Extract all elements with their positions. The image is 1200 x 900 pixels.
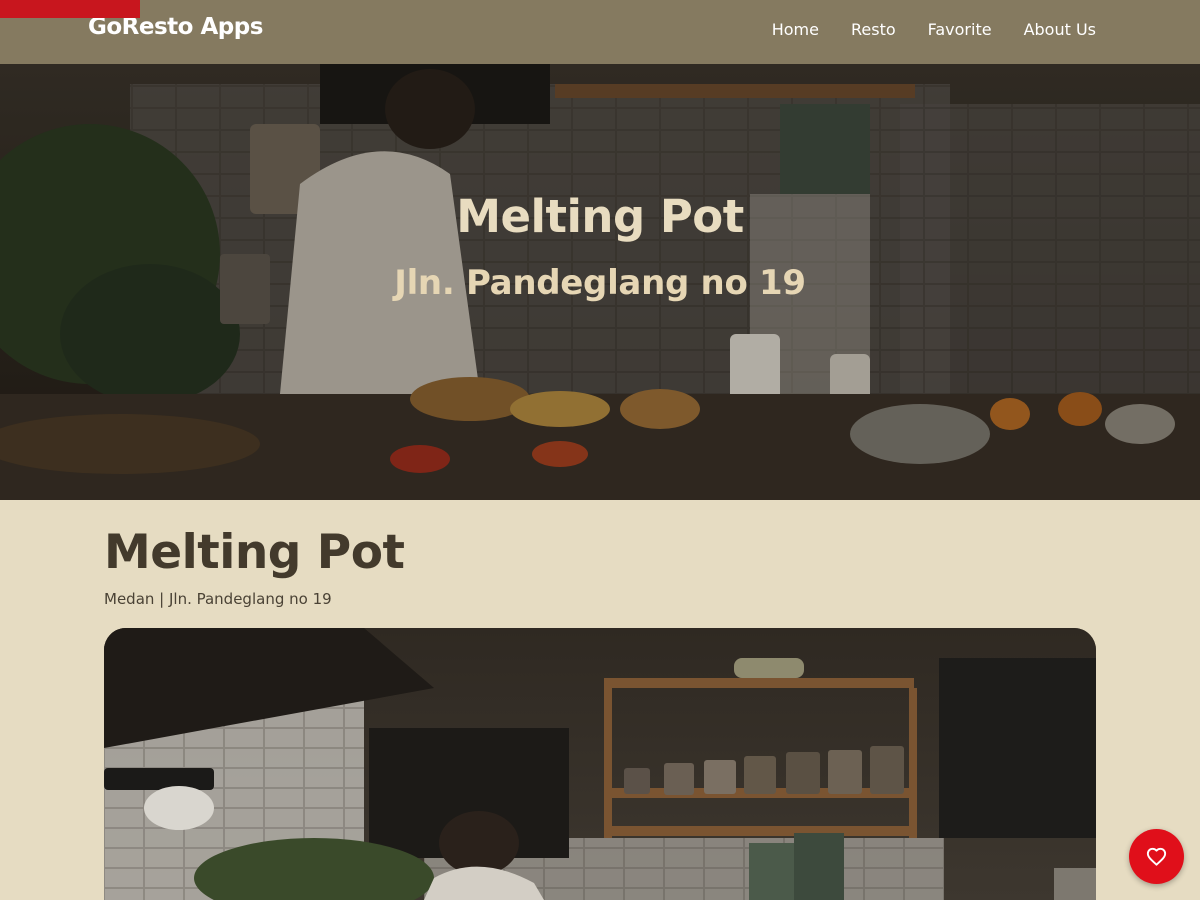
favorite-button[interactable] [1129,829,1184,884]
hero-subtitle: Jln. Pandeglang no 19 [394,263,806,303]
hero-banner: Melting Pot Jln. Pandeglang no 19 [0,64,1200,500]
restaurant-photo [104,628,1096,900]
nav-link-home[interactable]: Home [772,20,819,39]
restaurant-name: Melting Pot [104,525,405,580]
restaurant-image [104,628,1096,900]
navbar: GoResto Apps Home Resto Favorite About U… [0,0,1200,64]
nav-link-resto[interactable]: Resto [851,20,896,39]
nav-link-about-us[interactable]: About Us [1024,20,1096,39]
heart-outline-icon [1146,847,1167,866]
skip-to-content-link[interactable] [0,0,140,18]
restaurant-detail: Melting Pot Medan | Jln. Pandeglang no 1… [104,500,1096,900]
nav-link-favorite[interactable]: Favorite [928,20,992,39]
restaurant-location: Medan | Jln. Pandeglang no 19 [104,590,332,608]
hero-title: Melting Pot [456,190,744,243]
nav-menu: Home Resto Favorite About Us [772,20,1096,39]
